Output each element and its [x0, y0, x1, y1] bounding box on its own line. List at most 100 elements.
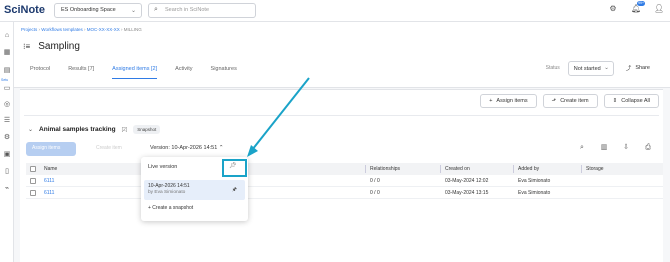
- protocols-icon[interactable]: ◎: [2, 100, 12, 110]
- status-area: Status Not started ⌄ ⤴ Share: [546, 60, 654, 76]
- top-bar: SciNote ES Onboarding Space ⌄ ⌕ Search i…: [0, 0, 670, 22]
- breadcrumb-current: MILLING: [123, 27, 142, 32]
- share-button[interactable]: ⤴ Share: [622, 60, 654, 76]
- assign-items-label: Assign items: [496, 98, 528, 104]
- table-row[interactable]: 6111 0 / 0 03-May-2024 12:02 Eva Simiona…: [26, 175, 663, 187]
- column-separator: [513, 165, 514, 173]
- tab-signatures[interactable]: Signatures: [211, 66, 249, 79]
- user-avatar-icon[interactable]: 👤︎: [654, 4, 664, 14]
- tab-activity[interactable]: Activity: [175, 66, 204, 79]
- snapshot-badge: Snapshot: [133, 125, 161, 134]
- snapshot-option[interactable]: 10-Apr-2026 14:51 by Eva Simionato 🖈︎: [144, 180, 245, 200]
- search-icon: ⌕: [154, 6, 158, 13]
- create-item-disabled-button: Create item: [96, 145, 122, 151]
- assigned-items-card: + Assign items ⬏ Create item ⇕ Collapse …: [20, 89, 663, 262]
- assign-items-disabled-button: Assign items: [26, 142, 76, 156]
- table-tool-icons: ⌕ ▥ ⇩ ⎙: [577, 142, 653, 154]
- collapse-all-label: Collapse All: [621, 98, 650, 104]
- plus-icon: +: [489, 98, 493, 104]
- collapse-all-button[interactable]: ⇕ Collapse All: [603, 94, 659, 108]
- assigned-items-table: Name Relationships Created on Added by S…: [26, 163, 663, 199]
- item-added-by: Eva Simionato: [518, 190, 551, 196]
- create-snapshot-option[interactable]: + Create a snapshot: [148, 205, 193, 211]
- columns-icon[interactable]: ▥: [599, 142, 609, 154]
- breadcrumb-projects[interactable]: Projects: [21, 27, 37, 32]
- item-name-link[interactable]: 6111: [44, 190, 54, 196]
- inventory-toolbar: Assign items Create item Version: 10-Apr…: [26, 141, 661, 157]
- column-separator: [365, 165, 366, 173]
- top-bar-icons: ⚙ 🔔︎ 99+ 👤︎: [608, 1, 664, 14]
- item-created-on: 03-May-2024 12:02: [445, 178, 489, 184]
- share-label: Share: [635, 65, 650, 71]
- nav-active-label: Setu: [1, 78, 9, 82]
- inventory-icon[interactable]: ☰: [2, 116, 12, 126]
- print-icon[interactable]: ⎙: [643, 142, 653, 154]
- notifications-bell-icon[interactable]: 🔔︎ 99+: [631, 1, 645, 14]
- chevron-down-icon: ⌄: [130, 8, 136, 14]
- live-version-option[interactable]: Live version: [148, 164, 177, 170]
- row-checkbox[interactable]: [30, 190, 36, 196]
- left-navigation: ⌂ ▦ ▤ Setu ▭ ◎ ☰ ⚙ ▣ ▯ ⌁: [0, 22, 14, 262]
- tab-protocol[interactable]: Protocol: [30, 66, 62, 79]
- breadcrumb-workflows[interactable]: Workflows templates: [41, 27, 82, 32]
- search-input[interactable]: ⌕ Search in SciNote: [148, 3, 256, 18]
- search-icon[interactable]: ⌕: [577, 142, 587, 154]
- status-label: Status: [545, 65, 560, 71]
- table-header: Name Relationships Created on Added by S…: [26, 163, 663, 175]
- select-all-checkbox[interactable]: [30, 166, 36, 172]
- version-label: Version: 10-Apr-2026 14:51: [150, 145, 218, 151]
- column-separator: [440, 165, 441, 173]
- status-select[interactable]: Not started ⌄: [567, 60, 614, 76]
- search-placeholder: Search in SciNote: [165, 7, 210, 13]
- inventory-section-header: ⌄ Animal samples tracking [2] Snapshot: [28, 125, 161, 134]
- reports-icon[interactable]: ▣: [2, 150, 12, 160]
- chevron-down-icon[interactable]: ⌄: [28, 126, 33, 133]
- share-icon: ⤴: [625, 66, 632, 72]
- calendar-icon[interactable]: ▭: [2, 84, 12, 94]
- item-created-on: 03-May-2024 13:15: [445, 190, 489, 196]
- projects-grid-icon[interactable]: ▦: [2, 48, 12, 58]
- column-created-on[interactable]: Created on: [445, 166, 470, 172]
- inventory-title: Animal samples tracking: [39, 126, 116, 133]
- pin-icon[interactable]: 🖈︎: [232, 186, 237, 195]
- tab-assigned-items[interactable]: Assigned items [2]: [112, 66, 169, 79]
- create-icon: ⬏: [551, 98, 557, 104]
- space-selector[interactable]: ES Onboarding Space ⌄: [54, 3, 142, 18]
- create-item-button[interactable]: ⬏ Create item: [542, 94, 598, 108]
- export-icon[interactable]: ⇩: [621, 142, 631, 154]
- item-name-link[interactable]: 6111: [44, 178, 54, 184]
- breadcrumb: Projects › Workflows templates › MOC-XX-…: [21, 27, 142, 32]
- inventory-count: [2]: [121, 126, 128, 133]
- space-selector-label: ES Onboarding Space: [61, 7, 116, 13]
- table-row[interactable]: 6111 0 / 0 03-May-2024 13:15 Eva Simiona…: [26, 187, 663, 199]
- chevron-down-icon: ⌄: [604, 64, 609, 71]
- page-header: Projects › Workflows templates › MOC-XX-…: [14, 22, 670, 88]
- settings-icon[interactable]: ⚙: [2, 133, 12, 143]
- column-added-by[interactable]: Added by: [518, 166, 539, 172]
- divider: [24, 115, 659, 116]
- settings-gear-icon[interactable]: ⚙: [608, 4, 618, 14]
- column-separator: [581, 165, 582, 173]
- documents-icon[interactable]: ▯: [2, 167, 12, 177]
- breadcrumb-experiment[interactable]: MOC-XX-XX-XX: [87, 27, 120, 32]
- column-name[interactable]: Name: [44, 166, 57, 172]
- card-actions: + Assign items ⬏ Create item ⇕ Collapse …: [480, 94, 659, 108]
- row-checkbox[interactable]: [30, 178, 36, 184]
- status-value: Not started: [573, 65, 601, 72]
- page-title: Sampling: [38, 41, 80, 52]
- home-icon[interactable]: ⌂: [2, 31, 12, 41]
- tab-results[interactable]: Results [7]: [68, 66, 106, 79]
- collapse-icon: ⇕: [612, 98, 618, 104]
- column-relationships[interactable]: Relationships: [370, 166, 400, 172]
- version-selector[interactable]: Version: 10-Apr-2026 14:51 ⌃: [146, 142, 227, 154]
- chevron-up-icon: ⌃: [218, 145, 224, 151]
- assign-items-button[interactable]: + Assign items: [480, 94, 537, 108]
- item-added-by: Eva Simionato: [518, 178, 551, 184]
- snapshot-date: 10-Apr-2026 14:51: [148, 183, 190, 189]
- item-relationships: 0 / 0: [370, 190, 380, 196]
- workflows-icon[interactable]: ▤: [2, 66, 12, 76]
- scinote-logo[interactable]: SciNote: [4, 4, 45, 16]
- column-storage[interactable]: Storage: [586, 166, 604, 172]
- activity-icon[interactable]: ⌁: [2, 184, 12, 194]
- item-relationships: 0 / 0: [370, 178, 380, 184]
